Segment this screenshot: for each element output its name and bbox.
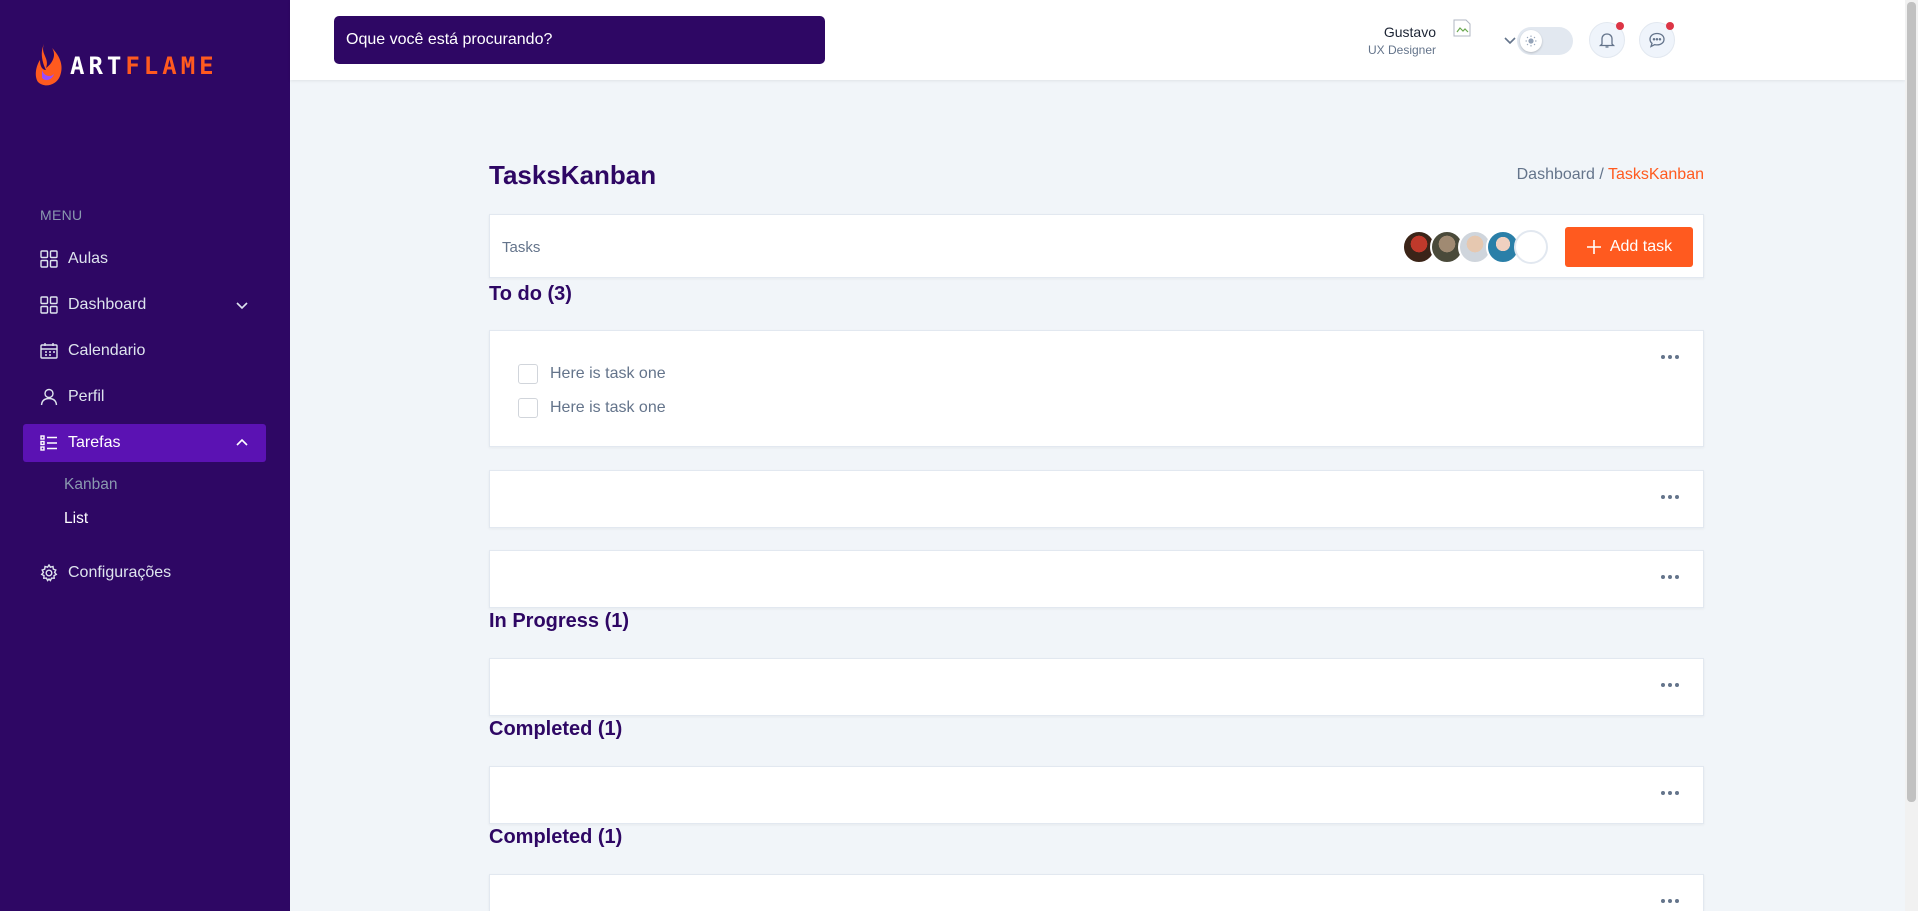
user-role: UX Designer bbox=[1367, 43, 1436, 57]
member-avatars bbox=[1402, 230, 1548, 264]
notification-button[interactable] bbox=[1589, 22, 1625, 58]
plus-icon bbox=[1586, 240, 1601, 254]
submenu-item-kanban[interactable]: Kanban bbox=[64, 468, 266, 502]
logo-text-art: ART bbox=[70, 52, 126, 80]
task-card: Here is task one Here is task one bbox=[489, 330, 1704, 447]
more-options-icon[interactable] bbox=[1661, 575, 1679, 579]
sidebar-item-label: Configurações bbox=[68, 564, 172, 581]
section-title-todo: To do (3) bbox=[489, 283, 572, 305]
task-checkbox[interactable] bbox=[518, 398, 538, 418]
user-name: Gustavo bbox=[1383, 24, 1436, 40]
tasks-label: Tasks bbox=[502, 239, 541, 256]
task-checkbox[interactable] bbox=[518, 364, 538, 384]
flame-logo-icon bbox=[35, 44, 62, 86]
sidebar-item-calendario[interactable]: Calendario bbox=[23, 332, 266, 370]
sidebar-item-label: Tarefas bbox=[68, 434, 121, 451]
more-options-icon[interactable] bbox=[1661, 791, 1679, 795]
bell-icon bbox=[1598, 33, 1616, 48]
chevron-down-icon[interactable] bbox=[1502, 32, 1518, 53]
scrollbar-thumb[interactable] bbox=[1907, 2, 1916, 802]
task-card bbox=[489, 658, 1704, 716]
user-icon bbox=[40, 388, 58, 406]
task-card bbox=[489, 874, 1704, 911]
task-card bbox=[489, 470, 1704, 528]
more-options-icon[interactable] bbox=[1661, 683, 1679, 687]
task-card bbox=[489, 766, 1704, 824]
chevron-down-icon bbox=[235, 298, 249, 312]
breadcrumb: Dashboard / TasksKanban bbox=[1517, 166, 1704, 184]
calendar-icon bbox=[40, 342, 58, 360]
sidebar-item-label: Aulas bbox=[68, 250, 109, 267]
chat-icon bbox=[1649, 32, 1665, 48]
sidebar: ARTFLAME MENU Aulas Dashboard Calendario bbox=[0, 0, 290, 911]
add-task-button[interactable]: Add task bbox=[1565, 227, 1693, 267]
grid-icon bbox=[40, 250, 58, 268]
section-title-in-progress: In Progress (1) bbox=[489, 610, 630, 632]
more-options-icon[interactable] bbox=[1661, 899, 1679, 903]
task-card bbox=[489, 550, 1704, 608]
avatar-more[interactable] bbox=[1514, 230, 1548, 264]
sidebar-item-dashboard[interactable]: Dashboard bbox=[23, 286, 266, 324]
sidebar-nav: Aulas Dashboard Calendario Perfil Tarefa… bbox=[23, 240, 266, 600]
task-item: Here is task one bbox=[518, 364, 666, 384]
task-text: Here is task one bbox=[550, 365, 666, 382]
messages-dot bbox=[1666, 22, 1674, 30]
logo-text: ARTFLAME bbox=[70, 52, 218, 80]
sidebar-item-label: Perfil bbox=[68, 388, 105, 405]
messages-button[interactable] bbox=[1639, 22, 1675, 58]
breadcrumb-current: TasksKanban bbox=[1607, 166, 1704, 183]
task-item: Here is task one bbox=[518, 398, 666, 418]
artflame-logo[interactable]: ARTFLAME bbox=[34, 40, 218, 92]
submenu-item-list[interactable]: List bbox=[64, 502, 266, 536]
sun-icon bbox=[1520, 30, 1542, 52]
chevron-up-icon bbox=[235, 436, 249, 450]
list-icon bbox=[40, 434, 58, 452]
gear-icon bbox=[40, 564, 58, 582]
add-task-label: Add task bbox=[1609, 238, 1673, 255]
sidebar-item-tarefas[interactable]: Tarefas bbox=[23, 424, 266, 462]
scrollbar[interactable] bbox=[1905, 0, 1918, 911]
sidebar-item-label: Calendario bbox=[68, 342, 146, 359]
dark-mode-toggle[interactable] bbox=[1517, 27, 1573, 55]
more-options-icon[interactable] bbox=[1661, 495, 1679, 499]
grid-icon bbox=[40, 296, 58, 314]
breadcrumb-parent[interactable]: Dashboard / bbox=[1517, 166, 1604, 183]
logo-text-flame: FLAME bbox=[125, 52, 218, 80]
notification-dot bbox=[1616, 22, 1624, 30]
task-text: Here is task one bbox=[550, 399, 666, 416]
section-title-completed: Completed (1) bbox=[489, 826, 623, 848]
user-avatar[interactable] bbox=[1452, 18, 1472, 38]
sidebar-item-label: Dashboard bbox=[68, 296, 147, 313]
tarefas-submenu: Kanban List bbox=[23, 468, 266, 536]
search-input[interactable]: Oque você está procurando? bbox=[334, 16, 825, 64]
tasks-toolbar: Tasks Add task bbox=[489, 214, 1704, 278]
sidebar-item-aulas[interactable]: Aulas bbox=[23, 240, 266, 278]
sidebar-item-perfil[interactable]: Perfil bbox=[23, 378, 266, 416]
more-options-icon[interactable] bbox=[1661, 355, 1679, 359]
page-title: TasksKanban bbox=[489, 160, 657, 190]
menu-title: MENU bbox=[40, 207, 83, 223]
section-title-completed: Completed (1) bbox=[489, 718, 623, 740]
sidebar-item-configuracoes[interactable]: Configurações bbox=[23, 554, 266, 592]
top-header: Oque você está procurando? Gustavo UX De… bbox=[290, 0, 1905, 80]
